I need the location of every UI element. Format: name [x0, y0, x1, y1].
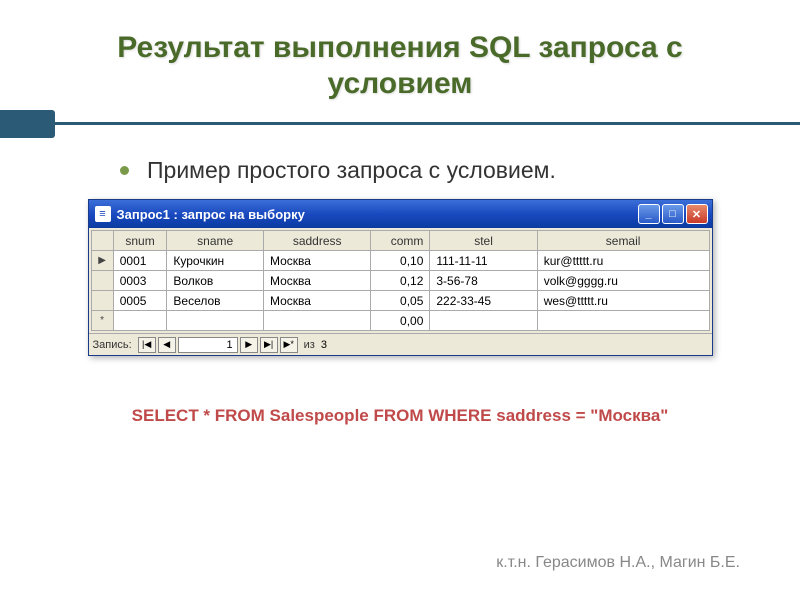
cell-semail[interactable]: wes@ttttt.ru [537, 291, 709, 311]
nav-last-button[interactable]: ▶| [260, 337, 278, 353]
cell-saddress[interactable]: Москва [264, 271, 371, 291]
nav-of-label: из [304, 339, 315, 351]
cell-snum[interactable]: 0001 [113, 251, 167, 271]
bullet-text: Пример простого запроса с условием. [147, 157, 556, 184]
cell-stel[interactable]: 3-56-78 [430, 271, 537, 291]
nav-total: 3 [321, 339, 327, 351]
datasheet-table[interactable]: snum sname saddress comm stel semail ▶ 0… [91, 230, 710, 331]
window-titlebar[interactable]: ≡ Запрос1 : запрос на выборку _ □ ✕ [89, 200, 712, 228]
cell-snum[interactable] [113, 311, 167, 331]
cell-stel[interactable]: 222-33-45 [430, 291, 537, 311]
row-selector-icon[interactable] [91, 291, 113, 311]
cell-comm[interactable]: 0,12 [371, 271, 430, 291]
window-control-buttons: _ □ ✕ [638, 204, 708, 224]
row-selector-icon[interactable] [91, 271, 113, 291]
nav-new-button[interactable]: ▶* [280, 337, 298, 353]
cell-sname[interactable]: Веселов [167, 291, 264, 311]
col-header-sname[interactable]: sname [167, 231, 264, 251]
sql-statement: SELECT * FROM Salespeople FROM WHERE sad… [60, 406, 740, 426]
cell-sname[interactable]: Курочкин [167, 251, 264, 271]
bullet-icon [120, 166, 129, 175]
cell-semail[interactable]: volk@gggg.ru [537, 271, 709, 291]
col-header-semail[interactable]: semail [537, 231, 709, 251]
cell-saddress[interactable] [264, 311, 371, 331]
nav-prev-button[interactable]: ◀ [158, 337, 176, 353]
row-selector-header [91, 231, 113, 251]
nav-next-button[interactable]: ▶ [240, 337, 258, 353]
cell-snum[interactable]: 0003 [113, 271, 167, 291]
cell-stel[interactable]: 111-11-11 [430, 251, 537, 271]
cell-stel[interactable] [430, 311, 537, 331]
close-button[interactable]: ✕ [686, 204, 708, 224]
datasheet-wrap: snum sname saddress comm stel semail ▶ 0… [89, 228, 712, 333]
table-row[interactable]: 0003 Волков Москва 0,12 3-56-78 volk@ggg… [91, 271, 709, 291]
cell-comm[interactable]: 0,05 [371, 291, 430, 311]
bullet-row: Пример простого запроса с условием. [120, 157, 740, 184]
minimize-button[interactable]: _ [638, 204, 660, 224]
table-row[interactable]: 0005 Веселов Москва 0,05 222-33-45 wes@t… [91, 291, 709, 311]
cell-sname[interactable] [167, 311, 264, 331]
row-selector-icon[interactable]: ▶ [91, 251, 113, 271]
window-title: Запрос1 : запрос на выборку [117, 207, 638, 222]
cell-comm[interactable]: 0,00 [371, 311, 430, 331]
col-header-stel[interactable]: stel [430, 231, 537, 251]
access-query-window: ≡ Запрос1 : запрос на выборку _ □ ✕ snum… [88, 199, 713, 356]
maximize-button[interactable]: □ [662, 204, 684, 224]
col-header-snum[interactable]: snum [113, 231, 167, 251]
cell-semail[interactable]: kur@ttttt.ru [537, 251, 709, 271]
table-row-new[interactable]: * 0,00 [91, 311, 709, 331]
cell-semail[interactable] [537, 311, 709, 331]
cell-sname[interactable]: Волков [167, 271, 264, 291]
col-header-comm[interactable]: comm [371, 231, 430, 251]
slide-container: Результат выполнения SQL запроса с услов… [0, 0, 800, 600]
cell-saddress[interactable]: Москва [264, 291, 371, 311]
nav-first-button[interactable]: |◀ [138, 337, 156, 353]
header-row: snum sname saddress comm stel semail [91, 231, 709, 251]
author-credit: к.т.н. Герасимов Н.А., Магин Б.Е. [496, 554, 740, 572]
cell-snum[interactable]: 0005 [113, 291, 167, 311]
cell-saddress[interactable]: Москва [264, 251, 371, 271]
window-app-icon: ≡ [95, 206, 111, 222]
nav-current-input[interactable] [178, 337, 238, 353]
slide-title: Результат выполнения SQL запроса с услов… [60, 30, 740, 102]
cell-comm[interactable]: 0,10 [371, 251, 430, 271]
table-row[interactable]: ▶ 0001 Курочкин Москва 0,10 111-11-11 ku… [91, 251, 709, 271]
title-accent-bar [0, 110, 55, 138]
row-selector-new-icon[interactable]: * [91, 311, 113, 331]
col-header-saddress[interactable]: saddress [264, 231, 371, 251]
nav-label: Запись: [93, 339, 132, 351]
record-navigator: Запись: |◀ ◀ ▶ ▶| ▶* из 3 [89, 333, 712, 355]
